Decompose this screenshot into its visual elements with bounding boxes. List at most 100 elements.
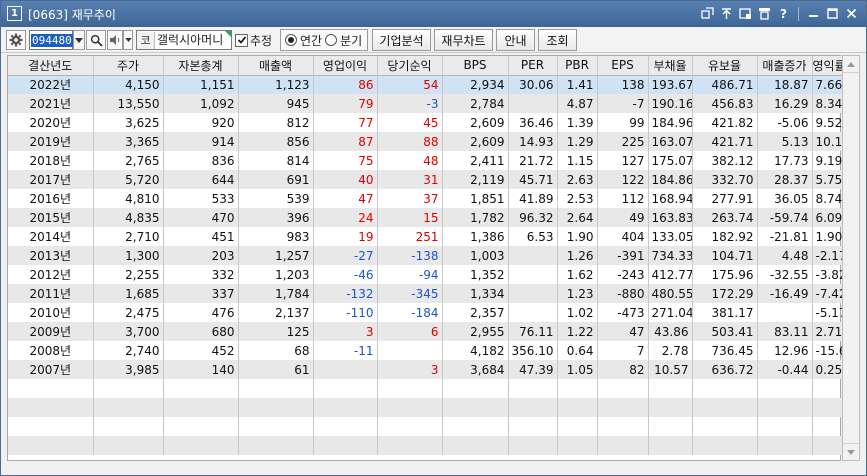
estimate-checkbox[interactable]: 추정: [235, 32, 272, 48]
table-row[interactable]: 2011년 1,685 337 1,784 -132 -345 1,334 1.23 -880 4…: [8, 284, 843, 303]
radio-quarter[interactable]: [325, 34, 338, 46]
table-row[interactable]: 2018년 2,765 836 814 75 48 2,411 21.72 1.15 127 175…: [8, 151, 843, 170]
table-row[interactable]: [8, 417, 843, 436]
sound-dropdown[interactable]: [123, 30, 133, 50]
vertical-scrollbar[interactable]: [842, 55, 860, 461]
scroll-down-button[interactable]: [843, 443, 859, 460]
cell-price: 5,720: [93, 170, 164, 189]
stock-name-field[interactable]: 코 갤럭시아머니: [136, 30, 232, 50]
table-row[interactable]: 2012년 2,255 332 1,203 -46 -94 1,352 1.62 -243 412…: [8, 265, 843, 284]
cell-pbr: 1.90: [557, 227, 598, 246]
cell-sales-growth: -16.49: [757, 284, 813, 303]
cell-reserve-ratio: 382.12: [692, 151, 758, 170]
table-row[interactable]: 2019년 3,365 914 856 87 88 2,609 14.93 1.29 225 163…: [8, 132, 843, 151]
screenshot-icon[interactable]: [737, 5, 754, 22]
stack-icon[interactable]: [756, 5, 773, 22]
cell-net-income: 31: [377, 170, 443, 189]
cell-operating-margin: 6.09: [812, 208, 843, 227]
col-header-sales-growth[interactable]: 매출증가: [757, 56, 813, 76]
cell-sales: [238, 417, 314, 436]
table-row[interactable]: 2020년 3,625 920 812 77 45 2,609 36.46 1.39 99 184.…: [8, 113, 843, 132]
table-row[interactable]: 2014년 2,710 451 983 19 251 1,386 6.53 1.90 404 133…: [8, 227, 843, 246]
col-header-eps[interactable]: EPS: [597, 56, 649, 76]
cell-pbr: 1.26: [557, 246, 598, 265]
cell-bps: 2,609: [442, 132, 509, 151]
col-header-year[interactable]: 결산년도: [8, 56, 94, 76]
col-header-equity[interactable]: 자본총계: [163, 56, 239, 76]
radio-annual-label[interactable]: 연간: [300, 32, 322, 49]
cell-year: 2018년: [8, 151, 94, 170]
cell-per: 76.11: [508, 322, 558, 341]
company-analysis-button[interactable]: 기업분석: [372, 29, 431, 51]
radio-quarter-label[interactable]: 분기: [340, 32, 362, 49]
minimize-icon[interactable]: [805, 5, 822, 22]
estimate-label: 추정: [250, 33, 273, 48]
radio-annual[interactable]: [285, 34, 297, 46]
cell-operating-profit: [313, 379, 378, 398]
estimate-checkbox-box[interactable]: [235, 33, 248, 47]
cell-sales-growth: [757, 379, 813, 398]
close-icon[interactable]: [843, 5, 860, 22]
cell-eps: -243: [597, 265, 649, 284]
table-row[interactable]: 2010년 2,475 476 2,137 -110 -184 2,357 1.02 -473 2…: [8, 303, 843, 322]
cell-per: 96.32: [508, 208, 558, 227]
help-icon[interactable]: ?: [775, 5, 792, 22]
cell-bps: 1,003: [442, 246, 509, 265]
table-row[interactable]: [8, 379, 843, 398]
cell-pbr: 1.05: [557, 360, 598, 379]
code-history-dropdown[interactable]: [73, 30, 85, 50]
table-row[interactable]: 2008년 2,740 452 68 -11 4,182 356.10 0.64 7 2.78 73…: [8, 341, 843, 360]
query-button[interactable]: 조회: [538, 29, 577, 51]
financial-data-grid[interactable]: 결산년도 주가 자본총계 매출액 영업이익 당기순익 BPS PER PBR E…: [7, 55, 843, 461]
table-row[interactable]: [8, 436, 843, 455]
cell-debt-ratio: 184.86: [648, 170, 693, 189]
cell-operating-margin: 7.66: [812, 75, 843, 94]
table-row[interactable]: 2013년 1,300 203 1,257 -27 -138 1,003 1.26 -391 73…: [8, 246, 843, 265]
table-row[interactable]: 2017년 5,720 644 691 40 31 2,119 45.71 2.63 122 184…: [8, 170, 843, 189]
cell-eps: [597, 398, 649, 417]
table-row[interactable]: 2007년 3,985 140 61 3 3,684 47.39 1.05 82 10.57 636…: [8, 360, 843, 379]
link-icon[interactable]: [699, 5, 716, 22]
col-header-per[interactable]: PER: [508, 56, 558, 76]
pin-icon[interactable]: [718, 5, 735, 22]
financial-chart-button[interactable]: 재무차트: [434, 29, 493, 51]
maximize-icon[interactable]: [824, 5, 841, 22]
cell-equity: [163, 398, 239, 417]
cell-price: 1,685: [93, 284, 164, 303]
table-row[interactable]: 2016년 4,810 533 539 47 37 1,851 41.89 2.53 112 168…: [8, 189, 843, 208]
cell-pbr: 4.87: [557, 94, 598, 113]
title-bar[interactable]: 1 [0663] 재무추이 ?: [1, 1, 866, 27]
cell-equity: 476: [163, 303, 239, 322]
col-header-net-income[interactable]: 당기순익: [377, 56, 443, 76]
cell-sales: 61: [238, 360, 314, 379]
cell-eps: 225: [597, 132, 649, 151]
col-header-pbr[interactable]: PBR: [557, 56, 598, 76]
cell-eps: -473: [597, 303, 649, 322]
settings-button[interactable]: [6, 30, 26, 50]
col-header-price[interactable]: 주가: [93, 56, 164, 76]
cell-bps: 2,119: [442, 170, 509, 189]
col-header-reserve-ratio[interactable]: 유보율: [692, 56, 758, 76]
table-row[interactable]: [8, 398, 843, 417]
cell-sales: 983: [238, 227, 314, 246]
cell-net-income: 15: [377, 208, 443, 227]
sound-button[interactable]: [107, 30, 123, 50]
table-row[interactable]: 2021년 13,550 1,092 945 79 -3 2,784 4.87 -7 190.16…: [8, 94, 843, 113]
col-header-bps[interactable]: BPS: [442, 56, 509, 76]
col-header-operating-profit[interactable]: 영업이익: [313, 56, 378, 76]
cell-reserve-ratio: 332.70: [692, 170, 758, 189]
col-header-operating-margin[interactable]: 영익률: [812, 56, 843, 76]
stock-code-input[interactable]: 094480: [29, 30, 73, 50]
table-row[interactable]: 2015년 4,835 470 396 24 15 1,782 96.32 2.64 49 163.…: [8, 208, 843, 227]
guide-button[interactable]: 안내: [496, 29, 535, 51]
table-row[interactable]: 2022년 4,150 1,151 1,123 86 54 2,934 30.06 1.41 13…: [8, 75, 843, 94]
table-row[interactable]: 2009년 3,700 680 125 3 6 2,955 76.11 1.22 47 43.86 5…: [8, 322, 843, 341]
col-header-debt-ratio[interactable]: 부채율: [648, 56, 693, 76]
scroll-up-button[interactable]: [843, 56, 859, 73]
scroll-down-icon: [847, 449, 855, 455]
toolbar: 094480 코 갤럭시아머니 추정 연간 분기 기업분석 재무차트 안내 조회: [1, 27, 866, 53]
search-button[interactable]: [86, 30, 106, 50]
cell-operating-profit: -110: [313, 303, 378, 322]
cell-sales-growth: [757, 417, 813, 436]
col-header-sales[interactable]: 매출액: [238, 56, 314, 76]
